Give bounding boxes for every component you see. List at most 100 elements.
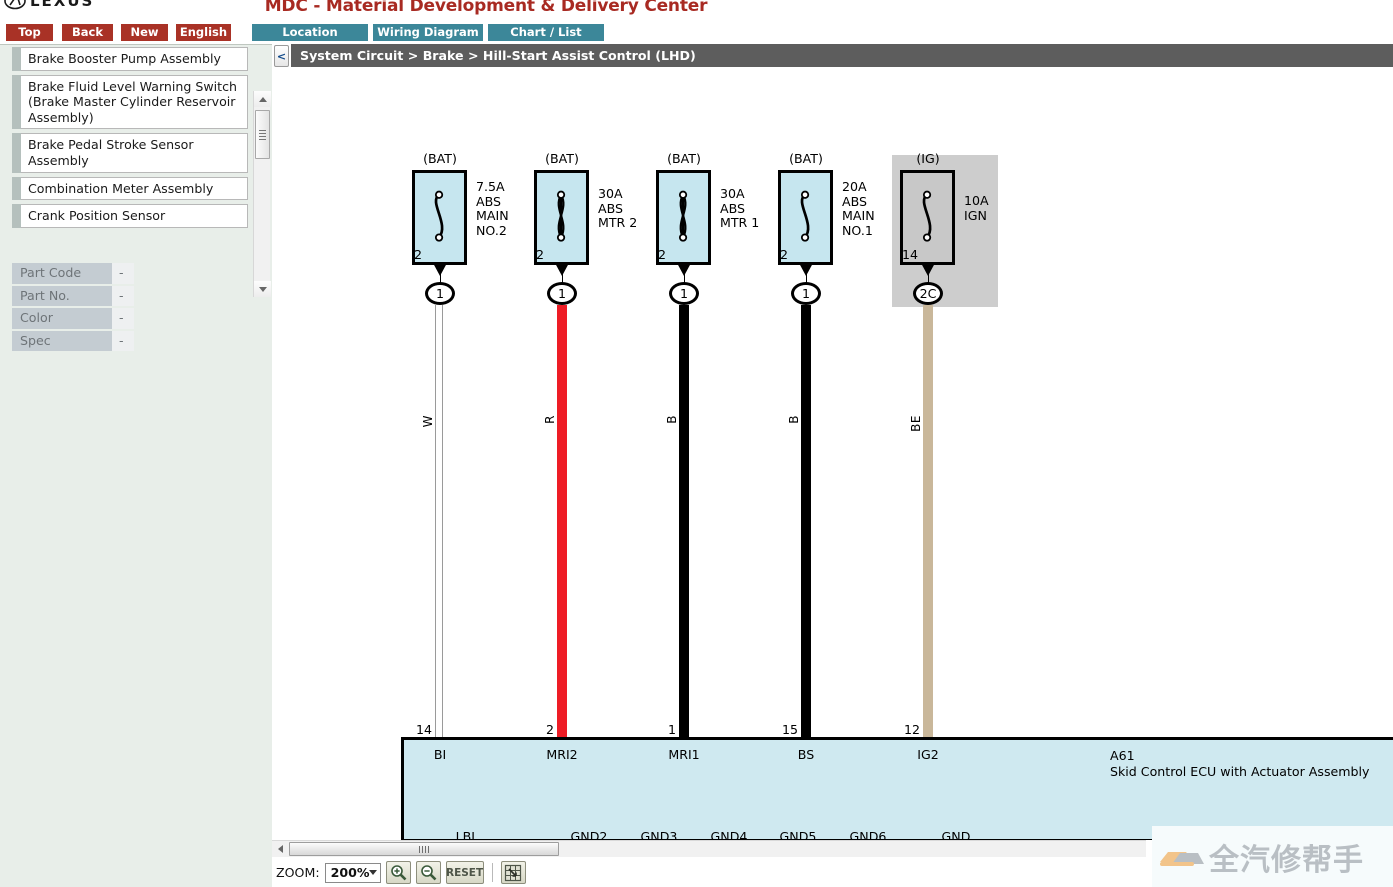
- ecu-ground-pin-label: GND3: [640, 829, 678, 840]
- scroll-left-arrow-icon[interactable]: [272, 841, 288, 857]
- fuse-rating-line: MTR 2: [598, 215, 638, 231]
- scrollbar-thumb[interactable]: [255, 110, 270, 159]
- canvas-horizontal-scrollbar[interactable]: [272, 840, 1146, 857]
- sidebar-vertical-scrollbar[interactable]: [253, 91, 271, 297]
- wire-W[interactable]: [435, 305, 443, 737]
- fuse-rating-line: IGN: [964, 207, 987, 223]
- part-info-row: Spec -: [12, 330, 150, 352]
- fuse-power-source-label: (IG): [916, 151, 940, 166]
- connector-node[interactable]: 1: [669, 282, 699, 305]
- lexus-logo: LEXUS: [4, 0, 124, 16]
- part-info-panel: Part Code - Part No. - Color - Spec -: [12, 263, 150, 353]
- fuse-rating-line: ABS: [598, 200, 624, 216]
- connector-node[interactable]: 1: [547, 282, 577, 305]
- part-info-key: Spec: [12, 330, 112, 352]
- hscrollbar-thumb[interactable]: [289, 842, 559, 856]
- nav-english-button[interactable]: English: [176, 24, 231, 41]
- ecu-code: A61: [1110, 748, 1135, 763]
- fuse-rating-line: 30A: [598, 186, 623, 201]
- toolbar-separator: [491, 863, 493, 882]
- part-info-value: -: [112, 263, 134, 284]
- nav-back-button[interactable]: Back: [62, 24, 113, 41]
- fuse-rating-line: ABS: [842, 193, 868, 209]
- list-item[interactable]: Brake Pedal Stroke Sensor Assembly: [12, 133, 248, 173]
- part-info-row: Part No. -: [12, 285, 150, 307]
- ecu-ground-pin-label: GND6: [849, 829, 887, 840]
- nav-chart-list-button[interactable]: Chart / List: [488, 24, 604, 41]
- fuse-output-pin-number: 2: [414, 247, 423, 262]
- fuse-power-source-label: (BAT): [545, 151, 579, 166]
- wire-color-code-label: R: [543, 415, 557, 424]
- fuse-rating-label: 30A ABS MTR 2: [598, 186, 638, 231]
- scroll-down-arrow-icon[interactable]: [254, 281, 271, 297]
- list-item[interactable]: Brake Fluid Level Warning Switch (Brake …: [12, 74, 248, 130]
- chevron-down-icon: [369, 870, 378, 875]
- list-item-accent-bar: [12, 204, 21, 228]
- zoom-in-button[interactable]: [385, 861, 411, 884]
- list-item-label: Brake Booster Pump Assembly: [21, 47, 248, 71]
- part-info-value: -: [112, 285, 134, 307]
- zoom-level-select[interactable]: 200%: [324, 862, 381, 883]
- wire-B[interactable]: [679, 305, 689, 737]
- wiring-diagram-canvas[interactable]: A61 Skid Control ECU with Actuator Assem…: [272, 67, 1393, 840]
- list-item-label: Brake Fluid Level Warning Switch (Brake …: [21, 74, 248, 130]
- nav-top-button[interactable]: Top: [6, 24, 53, 41]
- part-info-row: Color -: [12, 308, 150, 329]
- fuse-power-source-label: (BAT): [667, 151, 701, 166]
- nav-wiring-diagram-button[interactable]: Wiring Diagram: [373, 24, 483, 41]
- scroll-up-arrow-icon[interactable]: [254, 91, 271, 107]
- svg-text:LEXUS: LEXUS: [30, 0, 94, 10]
- zoom-out-button[interactable]: [415, 861, 441, 884]
- nav-new-button[interactable]: New: [121, 24, 168, 41]
- ecu-pin-number: 2: [545, 722, 554, 737]
- car-icon: [1160, 851, 1204, 866]
- watermark-text: 全汽修帮手: [1209, 842, 1364, 878]
- connector-node[interactable]: 1: [425, 282, 455, 305]
- list-item[interactable]: Crank Position Sensor: [12, 204, 248, 228]
- connector-node[interactable]: 1: [791, 282, 821, 305]
- ecu-ground-pin-label: LBL: [455, 829, 479, 840]
- ecu-ground-pin-label: GND4: [710, 829, 748, 840]
- fuse-element-triple-icon: [678, 190, 688, 242]
- fuse-rating-line: 7.5A: [476, 179, 505, 194]
- part-info-key: Color: [12, 308, 112, 329]
- fuse-rating-label: 20A ABS MAIN NO.1: [842, 179, 875, 238]
- fuse-element-icon: [434, 190, 444, 242]
- zoom-reset-button[interactable]: RESET: [445, 861, 484, 884]
- ecu-pin-number: 15: [781, 722, 798, 737]
- ecu-pin-label: BI: [433, 747, 447, 762]
- wire-color-code-label: B: [787, 415, 801, 424]
- ecu-pin-label: MRI1: [668, 747, 700, 762]
- hscrollbar-grip-icon: [419, 845, 429, 853]
- left-sidebar: Brake Booster Pump Assembly Brake Fluid L…: [0, 44, 272, 887]
- signal-direction-arrow-icon: [799, 263, 813, 276]
- fuse-power-source-label: (BAT): [789, 151, 823, 166]
- sidebar-collapse-button[interactable]: <: [274, 45, 289, 67]
- list-item[interactable]: Combination Meter Assembly: [12, 176, 248, 201]
- fuse-rating-line: 20A: [842, 179, 867, 194]
- list-item-accent-bar: [12, 47, 21, 71]
- ecu-ground-pin-label: GND5: [779, 829, 817, 840]
- ecu-pin-number: 12: [903, 722, 920, 737]
- wire-BE[interactable]: [923, 305, 933, 737]
- list-item-label: Combination Meter Assembly: [21, 176, 248, 201]
- wire-B[interactable]: [801, 305, 811, 737]
- parts-list[interactable]: Brake Booster Pump Assembly Brake Fluid L…: [0, 47, 272, 253]
- list-item-label: Brake Pedal Stroke Sensor Assembly: [21, 133, 248, 173]
- part-info-key: Part Code: [12, 263, 112, 284]
- fuse-output-pin-number: 2: [658, 247, 667, 262]
- fuse-element-triple-icon: [556, 190, 566, 242]
- watermark: 全汽修帮手: [1152, 826, 1393, 887]
- ecu-name: Skid Control ECU with Actuator Assembly: [1110, 764, 1370, 779]
- connector-node[interactable]: 2C: [913, 282, 943, 305]
- ecu-pin-label: MRI2: [546, 747, 578, 762]
- fuse-rating-line: MTR 1: [720, 215, 760, 231]
- list-item[interactable]: Brake Booster Pump Assembly: [12, 47, 248, 71]
- list-item-label: Crank Position Sensor: [21, 204, 248, 228]
- wire-R[interactable]: [557, 305, 567, 737]
- fuse-power-source-label: (BAT): [423, 151, 457, 166]
- nav-location-button[interactable]: Location: [252, 24, 368, 41]
- ecu-pin-number: 14: [415, 722, 432, 737]
- fit-to-window-button[interactable]: [500, 861, 526, 884]
- fuse-rating-label: 7.5A ABS MAIN NO.2: [476, 179, 509, 238]
